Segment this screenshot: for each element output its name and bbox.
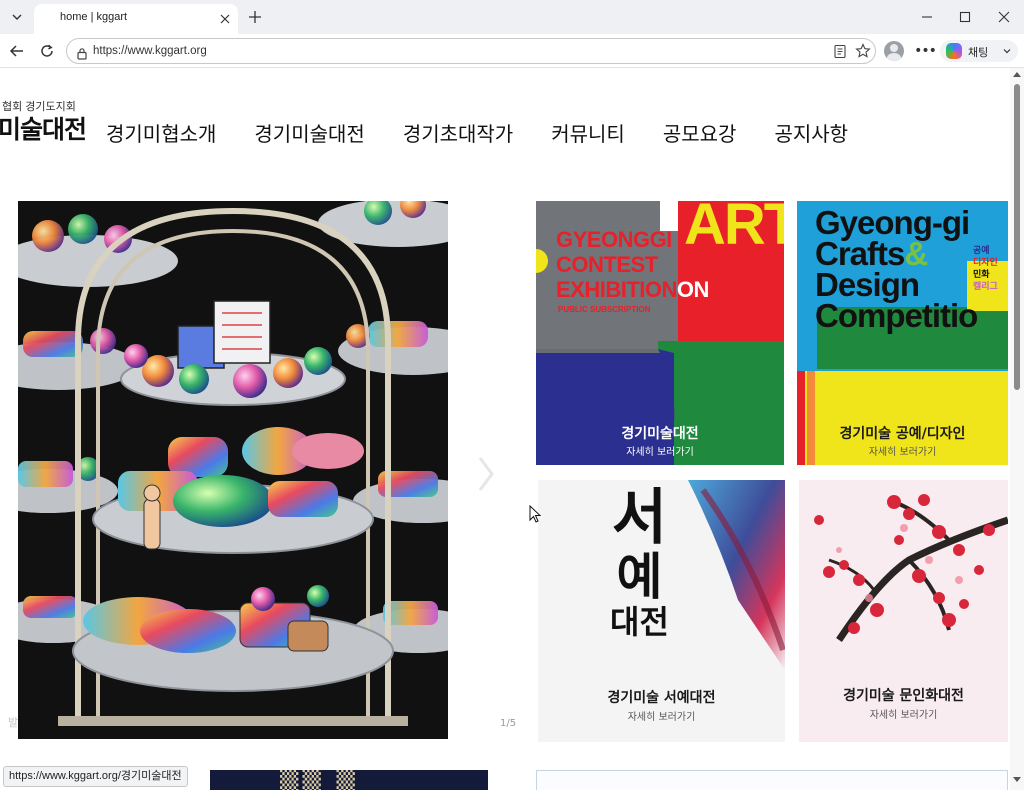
minimize-icon[interactable]: [914, 6, 940, 28]
card2-side-3: 민화: [973, 270, 990, 280]
next-section-box: [536, 770, 1008, 790]
card2-side-4: 캘리그: [973, 282, 998, 292]
reader-view-icon[interactable]: [833, 44, 847, 63]
address-bar[interactable]: https://www.kggart.org: [66, 38, 876, 64]
logo-title: 미술대전: [0, 115, 87, 144]
close-window-icon[interactable]: [991, 6, 1017, 28]
close-tab-icon[interactable]: [218, 12, 232, 26]
slider-next-arrow-icon[interactable]: [476, 454, 496, 498]
card-gyeonggi-art-contest[interactable]: ART GYEONGGI CONTEST EXHIBITIONON PUBLIC…: [536, 201, 784, 465]
copilot-label: 채팅: [968, 46, 989, 59]
card3-art-calligraphy: 서 예 대전: [610, 486, 669, 640]
card2-art-line-3: Design: [815, 266, 920, 303]
new-tab-icon[interactable]: [246, 8, 264, 26]
slider-page-indicator: 1/5: [500, 718, 517, 729]
browser-tab-bar: home | kggart: [0, 0, 1024, 34]
tab-title: home | kggart: [60, 11, 128, 23]
web-page: 협회 경기도지회 미술대전 경기미협소개 경기미술대전 경기초대작가 커뮤니티 …: [0, 68, 1010, 790]
reload-icon[interactable]: [36, 40, 58, 62]
card2-art-line-4: Competitio: [815, 297, 978, 334]
card1-art-line-3: EXHIBITIONON: [556, 277, 709, 302]
card2-art-line-1: Gyeong-gi: [815, 204, 970, 241]
card1-art-line-2: CONTEST: [556, 252, 658, 277]
card2-art-line-2: Crafts&: [815, 237, 977, 270]
url-text[interactable]: https://www.kggart.org: [93, 45, 207, 57]
scroll-up-icon[interactable]: [1013, 72, 1021, 77]
card3-more-link[interactable]: 자세히 보러가기: [538, 708, 785, 723]
card3-title: 경기미술 서예대전: [607, 690, 716, 706]
main-navigation: 경기미협소개 경기미술대전 경기초대작가 커뮤니티 공모요강 공지사항: [106, 118, 886, 147]
card2-side-2: 디자인: [973, 258, 998, 268]
copilot-chat-button[interactable]: 채팅: [940, 40, 1018, 62]
mouse-cursor-icon: [529, 504, 542, 527]
card4-title: 경기미술 문인화대전: [843, 688, 964, 704]
lock-icon[interactable]: [76, 45, 88, 64]
card3-art-line-2: 예: [616, 547, 663, 606]
card1-art-title: GYEONGGI CONTEST EXHIBITIONON: [556, 227, 709, 302]
card3-art-line-1: 서: [611, 483, 668, 553]
favorite-star-icon[interactable]: [855, 43, 871, 63]
tab-list-chevron-icon[interactable]: [6, 6, 28, 28]
next-section-banner[interactable]: ▒▒ ▒: [210, 770, 488, 790]
card2-side-labels: 공예 디자인 민화 캘리그: [973, 245, 998, 293]
card-literati-painting[interactable]: 경기미술 문인화대전 자세히 보러가기: [799, 480, 1008, 742]
slider-caption-ghost: 발: [8, 716, 19, 729]
nav-item-community[interactable]: 커뮤니티: [551, 118, 625, 147]
nav-item-notices[interactable]: 공지사항: [774, 118, 848, 147]
scroll-down-icon[interactable]: [1013, 777, 1021, 782]
back-arrow-icon[interactable]: [6, 40, 28, 62]
nav-item-about[interactable]: 경기미협소개: [106, 118, 216, 147]
card2-title: 경기미술 공예/디자인: [839, 426, 966, 442]
copilot-icon: [946, 43, 962, 59]
more-menu-icon[interactable]: •••: [914, 40, 937, 62]
card-crafts-design[interactable]: Gyeong-gi Crafts& Design Competitio 공예 디…: [797, 201, 1008, 465]
card4-more-link[interactable]: 자세히 보러가기: [799, 706, 1008, 721]
page-scrollbar[interactable]: [1010, 68, 1024, 790]
browser-tab[interactable]: home | kggart: [34, 4, 238, 34]
card-calligraphy[interactable]: 서 예 대전 경기미술 서예대전 자세히 보러가기: [538, 480, 785, 742]
nav-item-exhibition[interactable]: 경기미술대전: [254, 118, 364, 147]
card3-art-line-3: 대전: [610, 603, 669, 641]
next-section-banner-art: ▒▒ ▒: [280, 770, 359, 790]
maximize-icon[interactable]: [952, 6, 978, 28]
scroll-thumb[interactable]: [1014, 84, 1020, 390]
card1-art-small: PUBLIC SUBSCRIPTION: [558, 305, 651, 314]
card1-art-suffix: ON: [676, 277, 710, 302]
card2-side-1: 공예: [973, 246, 990, 256]
chevron-down-icon: [1002, 43, 1012, 62]
card1-more-link[interactable]: 자세히 보러가기: [536, 443, 784, 458]
main-slider-artwork[interactable]: [18, 201, 448, 739]
card2-art-title: Gyeong-gi Crafts& Design Competitio: [815, 204, 978, 334]
nav-item-guidelines[interactable]: 공모요강: [663, 118, 737, 147]
card1-title: 경기미술대전: [621, 426, 699, 442]
card2-more-link[interactable]: 자세히 보러가기: [797, 443, 1008, 458]
browser-toolbar: https://www.kggart.org ••• 채팅: [0, 34, 1024, 68]
profile-avatar[interactable]: [884, 41, 904, 61]
card1-art-line-3-main: EXHIBITION: [556, 277, 677, 302]
card1-art-line-1: GYEONGGI: [556, 227, 672, 252]
status-link-preview: https://www.kggart.org/경기미술대전: [3, 766, 188, 787]
nav-item-invited-artists[interactable]: 경기초대작가: [403, 118, 513, 147]
